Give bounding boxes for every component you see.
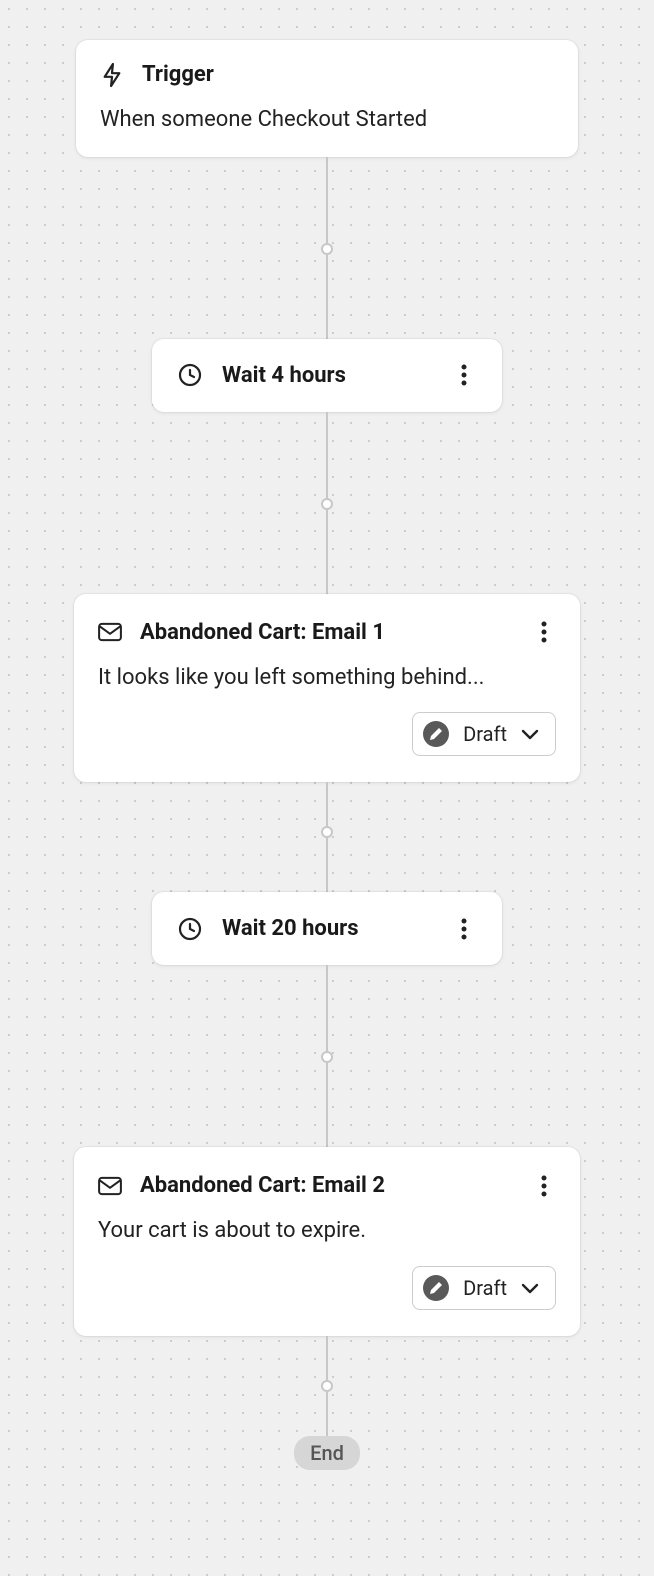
connector-line (326, 1063, 328, 1147)
connector-line (326, 157, 328, 243)
connector-line (326, 838, 328, 892)
connector-line (326, 510, 328, 594)
connector-line (326, 965, 328, 1051)
email-title: Abandoned Cart: Email 2 (140, 1173, 385, 1198)
connector-dot[interactable] (321, 826, 333, 838)
more-options-button[interactable] (532, 620, 556, 644)
connector-line (326, 1392, 328, 1436)
trigger-node[interactable]: Trigger When someone Checkout Started (76, 40, 578, 157)
connector-dot[interactable] (321, 1051, 333, 1063)
chevron-down-icon (521, 1282, 539, 1294)
more-options-button[interactable] (452, 363, 476, 387)
trigger-description: When someone Checkout Started (100, 105, 554, 135)
email-node-2[interactable]: Abandoned Cart: Email 2 Your cart is abo… (74, 1147, 580, 1336)
connector-dot[interactable] (321, 1380, 333, 1392)
connector-line (326, 412, 328, 498)
connector-line (326, 1336, 328, 1380)
end-node: End (294, 1436, 360, 1470)
more-options-button[interactable] (532, 1174, 556, 1198)
status-dropdown[interactable]: Draft (412, 712, 556, 756)
status-dropdown[interactable]: Draft (412, 1266, 556, 1310)
trigger-title: Trigger (142, 62, 214, 87)
email-subject: It looks like you left something behind.… (98, 663, 556, 693)
email-subject: Your cart is about to expire. (98, 1216, 556, 1246)
draft-badge-icon (423, 721, 449, 747)
end-label: End (310, 1441, 344, 1465)
wait-node-1[interactable]: Wait 4 hours (152, 339, 502, 412)
connector-line (326, 782, 328, 826)
more-options-button[interactable] (452, 917, 476, 941)
wait-label: Wait 4 hours (222, 363, 346, 388)
email-node-1[interactable]: Abandoned Cart: Email 1 It looks like yo… (74, 594, 580, 783)
wait-label: Wait 20 hours (222, 916, 359, 941)
connector-dot[interactable] (321, 498, 333, 510)
connector-line (326, 255, 328, 339)
connector-dot[interactable] (321, 243, 333, 255)
draft-badge-icon (423, 1275, 449, 1301)
wait-node-2[interactable]: Wait 20 hours (152, 892, 502, 965)
lightning-icon (100, 63, 124, 87)
clock-icon (178, 363, 202, 387)
clock-icon (178, 917, 202, 941)
status-label: Draft (463, 1276, 507, 1300)
envelope-icon (98, 1174, 122, 1198)
envelope-icon (98, 620, 122, 644)
email-title: Abandoned Cart: Email 1 (140, 620, 385, 645)
status-label: Draft (463, 722, 507, 746)
chevron-down-icon (521, 728, 539, 740)
